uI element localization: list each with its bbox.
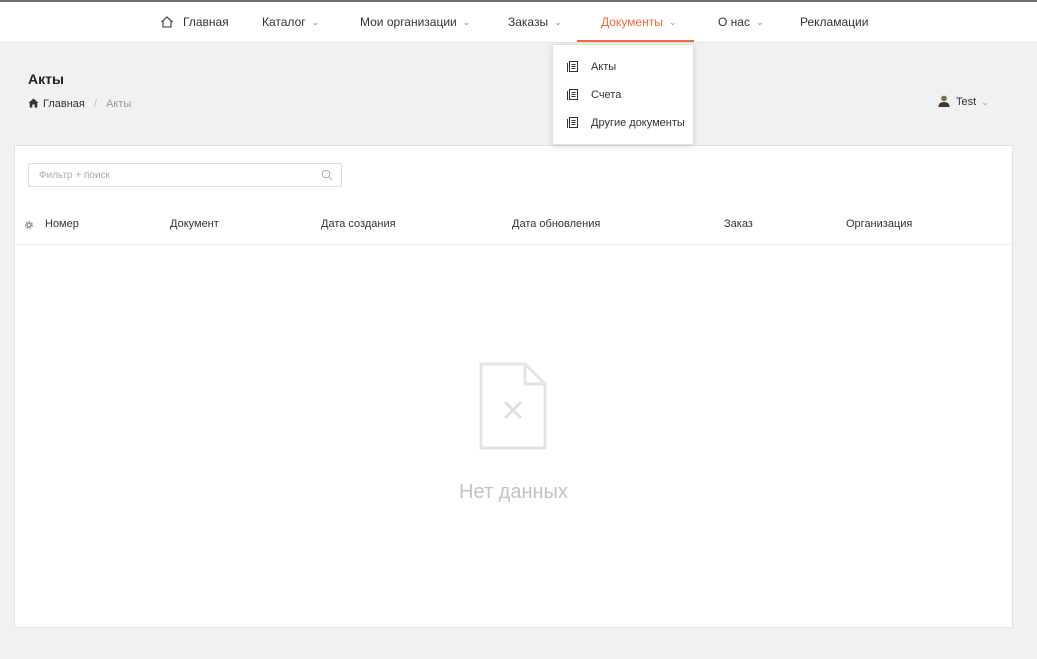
user-menu[interactable]: Test ⌄ bbox=[938, 95, 989, 108]
home-icon bbox=[161, 16, 173, 28]
chevron-down-icon: ⌄ bbox=[462, 17, 471, 27]
document-list-icon bbox=[567, 61, 578, 72]
nav-organizations[interactable]: Мои организации ⌄ bbox=[360, 2, 470, 42]
column-header-number[interactable]: Номер bbox=[45, 206, 79, 244]
user-name: Test bbox=[956, 96, 977, 108]
column-header-order[interactable]: Заказ bbox=[724, 206, 753, 244]
nav-catalog-label: Каталог bbox=[262, 15, 306, 29]
nav-documents-label: Документы bbox=[601, 15, 663, 29]
breadcrumb: Главная / Акты bbox=[28, 98, 131, 110]
nav-documents[interactable]: Документы ⌄ bbox=[601, 2, 676, 42]
filter-search-box bbox=[28, 163, 342, 187]
document-list-icon bbox=[567, 89, 578, 100]
gear-icon[interactable] bbox=[24, 220, 34, 230]
acts-table-card: Номер Документ Дата создания Дата обновл… bbox=[14, 145, 1013, 628]
nav-home-label: Главная bbox=[183, 15, 229, 29]
menu-item-other-documents-label: Другие документы bbox=[591, 117, 685, 129]
breadcrumb-separator: / bbox=[93, 98, 97, 110]
top-navigation: Главная Каталог ⌄ Мои организации ⌄ Заказы… bbox=[0, 2, 1037, 43]
table-header: Номер Документ Дата создания Дата обновл… bbox=[15, 206, 1012, 245]
breadcrumb-home[interactable]: Главная bbox=[28, 98, 88, 110]
nav-catalog[interactable]: Каталог ⌄ bbox=[262, 2, 319, 42]
nav-about-label: О нас bbox=[718, 15, 750, 29]
documents-dropdown-menu: Акты Счета Другие документы bbox=[552, 44, 694, 145]
home-icon bbox=[28, 98, 39, 108]
chevron-down-icon: ⌄ bbox=[554, 17, 562, 27]
empty-file-icon bbox=[479, 362, 547, 450]
chevron-down-icon: ⌄ bbox=[755, 17, 764, 27]
menu-item-invoices-label: Счета bbox=[591, 89, 622, 101]
column-header-updated-date[interactable]: Дата обновления bbox=[512, 206, 600, 244]
nav-orders-label: Заказы bbox=[508, 15, 549, 29]
menu-item-acts-label: Акты bbox=[591, 61, 617, 73]
nav-orders[interactable]: Заказы ⌄ bbox=[508, 2, 562, 42]
chevron-down-icon: ⌄ bbox=[311, 17, 320, 27]
breadcrumb-current: Акты bbox=[106, 98, 132, 110]
nav-claims[interactable]: Рекламации bbox=[800, 2, 868, 42]
chevron-down-icon: ⌄ bbox=[981, 97, 989, 107]
nav-about[interactable]: О нас ⌄ bbox=[718, 2, 764, 42]
filter-search-input[interactable] bbox=[29, 164, 319, 186]
nav-claims-label: Рекламации bbox=[800, 15, 869, 29]
page-title: Акты bbox=[28, 71, 64, 87]
chevron-down-icon: ⌄ bbox=[668, 17, 677, 27]
nav-organizations-label: Мои организации bbox=[360, 15, 457, 29]
breadcrumb-home-label: Главная bbox=[43, 98, 85, 110]
menu-item-invoices[interactable]: Счета bbox=[553, 83, 693, 107]
empty-state-text: Нет данных bbox=[459, 481, 568, 503]
search-icon[interactable] bbox=[321, 169, 333, 181]
column-header-organization[interactable]: Организация bbox=[846, 206, 912, 244]
user-icon bbox=[938, 95, 950, 107]
column-header-document[interactable]: Документ bbox=[170, 206, 219, 244]
nav-home[interactable]: Главная bbox=[160, 2, 229, 42]
active-tab-indicator bbox=[577, 40, 694, 42]
document-list-icon bbox=[567, 117, 578, 128]
column-header-created-date[interactable]: Дата создания bbox=[321, 206, 396, 244]
menu-item-acts[interactable]: Акты bbox=[553, 55, 693, 79]
menu-item-other-documents[interactable]: Другие документы bbox=[553, 111, 693, 135]
